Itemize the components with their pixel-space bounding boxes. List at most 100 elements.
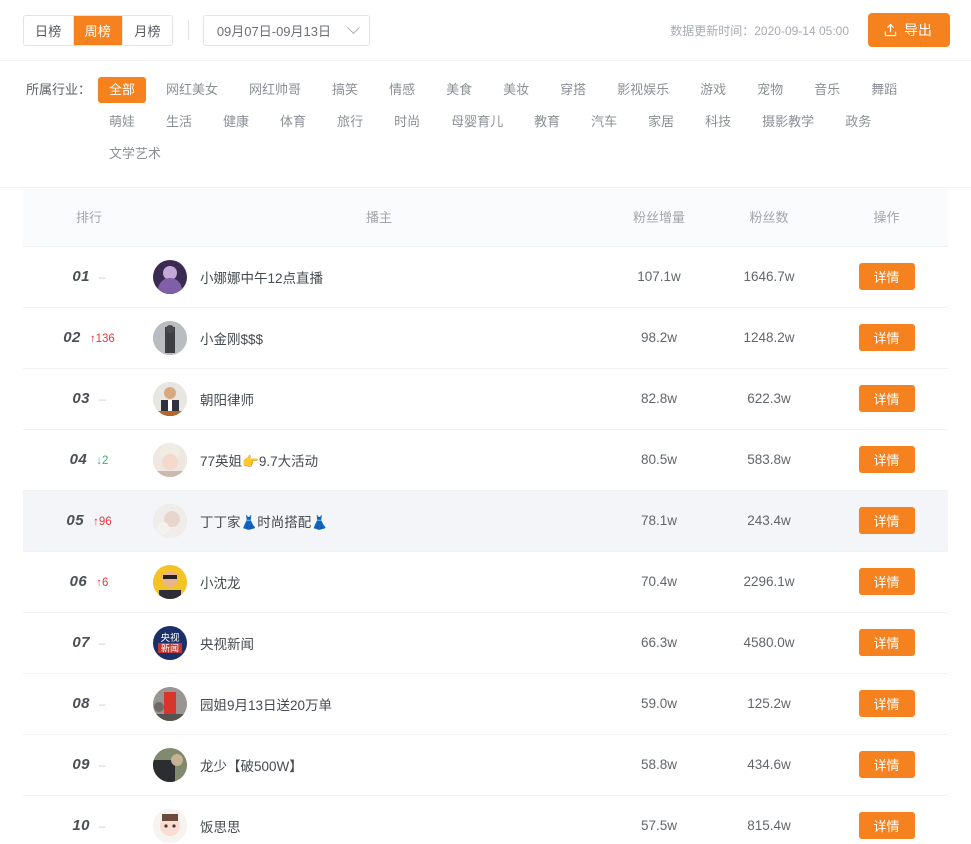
table-row[interactable]: 06 ↑6 小沈龙 70.4w 2296.1w 详情 bbox=[23, 551, 948, 612]
detail-button[interactable]: 详情 bbox=[858, 446, 915, 473]
avatar bbox=[153, 747, 187, 782]
range-tab-1[interactable]: 周榜 bbox=[73, 15, 124, 45]
industry-chip-1[interactable]: 网红美女 bbox=[155, 77, 229, 103]
table-body: 01– 小娜娜中午12点直播 107.1w 1646.7w 详情 02 ↑136 小金刚$$$… bbox=[23, 246, 948, 844]
industry-chip-22[interactable]: 家居 bbox=[637, 109, 685, 135]
industry-chip-21[interactable]: 汽车 bbox=[580, 109, 628, 135]
ranking-table: 排行 播主 粉丝增量 粉丝数 操作 01– 小娜娜中午12点直播 107.1w 164… bbox=[23, 188, 948, 844]
host-name[interactable]: 小娜娜中午12点直播 bbox=[200, 267, 323, 287]
industry-chip-0[interactable]: 全部 bbox=[98, 77, 147, 103]
table-row[interactable]: 10– 饭思思 57.5w 815.4w 详情 bbox=[23, 795, 948, 844]
table-row[interactable]: 01– 小娜娜中午12点直播 107.1w 1646.7w 详情 bbox=[23, 246, 948, 307]
column-header-fans: 粉丝数 bbox=[713, 188, 825, 247]
avatar bbox=[153, 808, 187, 843]
industry-chip-24[interactable]: 摄影教学 bbox=[751, 109, 825, 135]
host-name[interactable]: 朝阳律师 bbox=[200, 389, 254, 409]
column-header-increment: 粉丝增量 bbox=[605, 188, 713, 247]
table-row[interactable]: 08– 园姐9月13日送20万单 59.0w 125.2w 详情 bbox=[23, 673, 948, 734]
detail-button[interactable]: 详情 bbox=[858, 324, 915, 351]
host-info[interactable]: 朝阳律师 bbox=[153, 381, 605, 416]
industry-chip-7[interactable]: 穿搭 bbox=[549, 77, 597, 103]
toolbar: 日榜 周榜 月榜 09月07日-09月13日 数据更新时间：2020-09-14 0… bbox=[0, 0, 971, 61]
host-info[interactable]: 丁丁家👗时尚搭配👗 bbox=[153, 503, 605, 538]
industry-chip-13[interactable]: 萌娃 bbox=[98, 109, 146, 135]
host-name[interactable]: 园姐9月13日送20万单 bbox=[200, 694, 332, 714]
host-info[interactable]: 龙少【破500W】 bbox=[153, 747, 605, 782]
detail-button[interactable]: 详情 bbox=[858, 751, 915, 778]
industry-chip-3[interactable]: 搞笑 bbox=[321, 77, 369, 103]
table-row[interactable]: 04 ↓2 77英姐👉9.7大活动 80.5w 583.8w 详情 bbox=[23, 429, 948, 490]
host-info[interactable]: 饭思思 bbox=[153, 808, 605, 843]
rank-change-indicator: – bbox=[99, 758, 106, 772]
industry-chip-9[interactable]: 游戏 bbox=[689, 77, 737, 103]
rank-number: 10 bbox=[72, 817, 90, 834]
cell-rank: 06 ↑6 bbox=[23, 551, 131, 612]
table-row[interactable]: 03– 朝阳律师 82.8w 622.3w 详情 bbox=[23, 368, 948, 429]
detail-button[interactable]: 详情 bbox=[858, 507, 915, 534]
industry-chip-2[interactable]: 网红帅哥 bbox=[238, 77, 312, 103]
industry-chip-16[interactable]: 体育 bbox=[269, 109, 317, 135]
industry-chip-12[interactable]: 舞蹈 bbox=[860, 77, 908, 103]
cell-rank: 10– bbox=[23, 795, 131, 844]
industry-chip-15[interactable]: 健康 bbox=[212, 109, 260, 135]
cell-host: 77英姐👉9.7大活动 bbox=[131, 429, 605, 490]
cell-rank: 04 ↓2 bbox=[23, 429, 131, 490]
industry-chip-6[interactable]: 美妆 bbox=[492, 77, 540, 103]
industry-chip-26[interactable]: 文学艺术 bbox=[98, 141, 172, 167]
host-name[interactable]: 小金刚$$$ bbox=[200, 328, 263, 348]
cell-fans-increment: 82.8w bbox=[640, 391, 678, 406]
industry-chip-4[interactable]: 情感 bbox=[378, 77, 426, 103]
cell-rank: 08– bbox=[23, 673, 131, 734]
range-tab-2[interactable]: 月榜 bbox=[123, 15, 172, 45]
detail-button[interactable]: 详情 bbox=[858, 385, 915, 412]
host-name[interactable]: 饭思思 bbox=[200, 816, 241, 836]
table-row[interactable]: 02 ↑136 小金刚$$$ 98.2w 1248.2w 详情 bbox=[23, 307, 948, 368]
rank-change-indicator: ↑136 bbox=[89, 333, 115, 345]
industry-chip-19[interactable]: 母婴育儿 bbox=[440, 109, 514, 135]
industry-chip-14[interactable]: 生活 bbox=[155, 109, 203, 135]
industry-chip-23[interactable]: 科技 bbox=[694, 109, 742, 135]
detail-button[interactable]: 详情 bbox=[858, 690, 915, 717]
detail-button[interactable]: 详情 bbox=[858, 263, 915, 290]
host-info[interactable]: 小金刚$$$ bbox=[153, 320, 605, 355]
host-info[interactable]: 77英姐👉9.7大活动 bbox=[153, 442, 605, 477]
industry-chip-17[interactable]: 旅行 bbox=[326, 109, 374, 135]
host-info[interactable]: 园姐9月13日送20万单 bbox=[153, 686, 605, 721]
industry-chip-11[interactable]: 音乐 bbox=[803, 77, 851, 103]
host-name[interactable]: 丁丁家👗时尚搭配👗 bbox=[200, 511, 328, 531]
cell-rank: 09– bbox=[23, 734, 131, 795]
range-tab-0[interactable]: 日榜 bbox=[24, 15, 74, 45]
export-button[interactable]: 导出 bbox=[868, 13, 950, 47]
cell-action: 详情 bbox=[825, 551, 948, 612]
cell-fans-increment: 57.5w bbox=[640, 818, 678, 833]
industry-chip-18[interactable]: 时尚 bbox=[383, 109, 431, 135]
detail-button[interactable]: 详情 bbox=[858, 568, 915, 595]
table-row[interactable]: 07– 央视 新闻 央视新闻 66.3w 4580.0w 详情 bbox=[23, 612, 948, 673]
industry-chip-8[interactable]: 影视娱乐 bbox=[606, 77, 680, 103]
industry-chip-5[interactable]: 美食 bbox=[435, 77, 483, 103]
detail-button[interactable]: 详情 bbox=[858, 629, 915, 656]
table-row[interactable]: 09– 龙少【破500W】 58.8w 434.6w 详情 bbox=[23, 734, 948, 795]
avatar bbox=[153, 442, 187, 477]
host-info[interactable]: 央视 新闻 央视新闻 bbox=[153, 625, 605, 660]
host-info[interactable]: 小娜娜中午12点直播 bbox=[153, 259, 605, 294]
host-name[interactable]: 小沈龙 bbox=[200, 572, 241, 592]
host-name[interactable]: 龙少【破500W】 bbox=[200, 755, 303, 775]
industry-chip-25[interactable]: 政务 bbox=[834, 109, 882, 135]
avatar bbox=[153, 320, 187, 355]
host-info[interactable]: 小沈龙 bbox=[153, 564, 605, 599]
range-tab-group: 日榜 周榜 月榜 bbox=[23, 14, 173, 46]
rank-change-indicator: ↓2 bbox=[96, 455, 109, 467]
host-name[interactable]: 77英姐👉9.7大活动 bbox=[200, 450, 318, 470]
host-name[interactable]: 央视新闻 bbox=[200, 633, 254, 653]
rank-number: 02 bbox=[63, 329, 81, 346]
cell-fans-increment: 59.0w bbox=[640, 696, 678, 711]
date-range-picker[interactable]: 09月07日-09月13日 bbox=[202, 14, 370, 46]
cell-fans-total: 2296.1w bbox=[743, 574, 795, 589]
export-button-label: 导出 bbox=[904, 22, 932, 38]
industry-chip-20[interactable]: 教育 bbox=[523, 109, 571, 135]
table-row[interactable]: 05 ↑96 丁丁家👗时尚搭配👗 78.1w 243.4w 详情 bbox=[23, 490, 948, 551]
detail-button[interactable]: 详情 bbox=[858, 812, 915, 839]
cell-fans-increment: 107.1w bbox=[637, 269, 681, 284]
industry-chip-10[interactable]: 宠物 bbox=[746, 77, 794, 103]
